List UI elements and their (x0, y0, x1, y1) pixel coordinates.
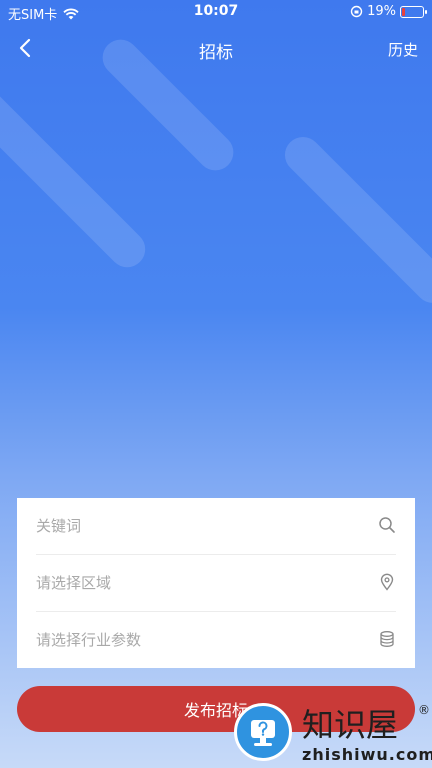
background-stripe (277, 129, 432, 311)
industry-select[interactable]: 请选择行业参数 (36, 629, 141, 650)
status-right: 19% (350, 4, 427, 19)
question-monitor-icon (251, 720, 275, 746)
orientation-lock-icon (350, 5, 363, 18)
location-pin-icon[interactable] (378, 573, 396, 591)
watermark-registered: ® (418, 703, 430, 717)
watermark-text: 知识屋 (302, 706, 399, 744)
history-button[interactable]: 历史 (388, 39, 418, 60)
keyword-input[interactable]: 关键词 (36, 515, 81, 536)
background-stripe (0, 65, 153, 275)
battery-percent: 19% (367, 4, 396, 19)
page-title: 招标 (199, 43, 233, 63)
region-select[interactable]: 请选择区域 (36, 572, 111, 593)
nav-bar: 招标 历史 (0, 30, 432, 66)
battery-icon (400, 5, 427, 18)
battery-level (402, 7, 405, 16)
watermark-logo (234, 703, 292, 761)
search-form: 关键词 请选择区域 请选择行业参数 (17, 498, 415, 668)
database-icon[interactable] (378, 630, 396, 648)
region-row[interactable]: 请选择区域 (36, 555, 396, 612)
search-icon[interactable] (378, 516, 396, 534)
watermark-domain: zhishiwu.com (302, 745, 432, 764)
status-bar: 无SIM卡 10:07 19% (0, 0, 432, 24)
industry-row[interactable]: 请选择行业参数 (36, 612, 396, 668)
keyword-row[interactable]: 关键词 (36, 498, 396, 555)
